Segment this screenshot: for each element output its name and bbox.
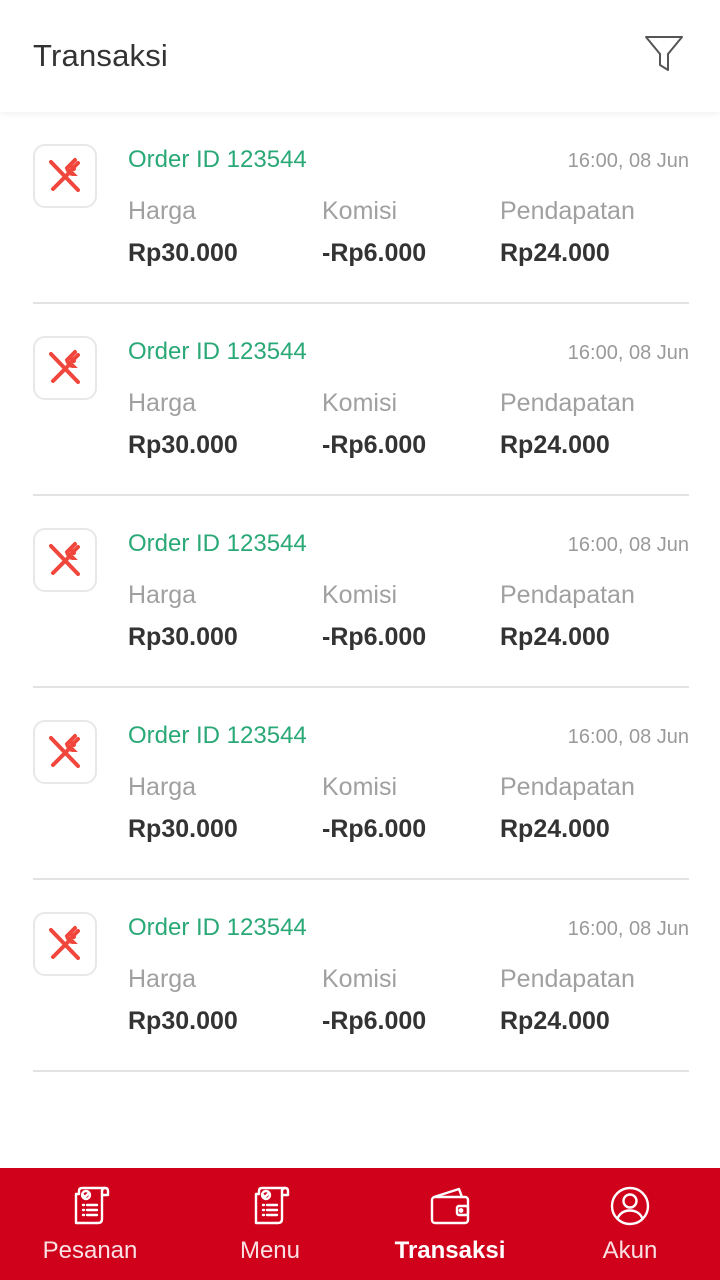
transaction-item[interactable]: Order ID 123544 16:00, 08 Jun Harga Rp30…: [33, 112, 689, 304]
nav-item-akun[interactable]: Akun: [540, 1168, 720, 1280]
pendapatan-column: Pendapatan Rp24.000: [500, 964, 635, 1036]
harga-value: Rp30.000: [128, 1007, 238, 1035]
komisi-column: Komisi -Rp6.000: [322, 388, 426, 460]
order-id: Order ID 123544: [128, 146, 307, 173]
nav-item-pesanan[interactable]: Pesanan: [0, 1168, 180, 1280]
komisi-column: Komisi -Rp6.000: [322, 964, 426, 1036]
filter-button[interactable]: [642, 34, 686, 78]
pendapatan-label: Pendapatan: [500, 197, 635, 225]
transaction-item[interactable]: Order ID 123544 16:00, 08 Jun Harga Rp30…: [33, 880, 689, 1072]
restaurant-icon: [33, 528, 97, 592]
pendapatan-label: Pendapatan: [500, 581, 635, 609]
harga-label: Harga: [128, 389, 197, 417]
bottom-nav: Pesanan Menu Transaksi Akun: [0, 1168, 720, 1280]
order-time: 16:00, 08 Jun: [567, 726, 689, 748]
order-time: 16:00, 08 Jun: [567, 342, 689, 364]
komisi-label: Komisi: [322, 773, 398, 801]
nav-label: Menu: [239, 1237, 301, 1264]
komisi-value: -Rp6.000: [322, 623, 427, 651]
filter-icon: [644, 35, 684, 78]
order-time: 16:00, 08 Jun: [567, 150, 689, 172]
restaurant-icon: [33, 720, 97, 784]
transaction-item[interactable]: Order ID 123544 16:00, 08 Jun Harga Rp30…: [33, 496, 689, 688]
page-title: Transaksi: [33, 38, 169, 73]
pendapatan-value: Rp24.000: [500, 239, 610, 267]
harga-value: Rp30.000: [128, 623, 238, 651]
pendapatan-label: Pendapatan: [500, 389, 635, 417]
harga-label: Harga: [128, 965, 197, 993]
harga-value: Rp30.000: [128, 815, 238, 843]
pendapatan-column: Pendapatan Rp24.000: [500, 580, 635, 652]
transaction-list: Order ID 123544 16:00, 08 Jun Harga Rp30…: [33, 112, 689, 1072]
harga-column: Harga Rp30.000: [128, 580, 238, 652]
harga-label: Harga: [128, 773, 197, 801]
komisi-value: -Rp6.000: [322, 1007, 427, 1035]
app-header: Transaksi: [0, 0, 720, 112]
pendapatan-value: Rp24.000: [500, 1007, 610, 1035]
harga-label: Harga: [128, 197, 197, 225]
nav-label: Akun: [602, 1237, 658, 1264]
order-id: Order ID 123544: [128, 338, 307, 365]
komisi-value: -Rp6.000: [322, 815, 427, 843]
harga-value: Rp30.000: [128, 239, 238, 267]
pendapatan-label: Pendapatan: [500, 965, 635, 993]
harga-label: Harga: [128, 581, 197, 609]
wallet-icon: [428, 1184, 472, 1228]
order-id: Order ID 123544: [128, 530, 307, 557]
restaurant-icon: [33, 336, 97, 400]
komisi-label: Komisi: [322, 965, 398, 993]
harga-column: Harga Rp30.000: [128, 388, 238, 460]
restaurant-icon: [33, 144, 97, 208]
komisi-label: Komisi: [322, 197, 398, 225]
komisi-value: -Rp6.000: [322, 239, 427, 267]
komisi-label: Komisi: [322, 389, 398, 417]
restaurant-icon: [33, 912, 97, 976]
pendapatan-label: Pendapatan: [500, 773, 635, 801]
order-id: Order ID 123544: [128, 914, 307, 941]
order-id: Order ID 123544: [128, 722, 307, 749]
order-time: 16:00, 08 Jun: [567, 534, 689, 556]
order-list-icon: [68, 1184, 112, 1228]
menu-list-icon: [248, 1184, 292, 1228]
pendapatan-value: Rp24.000: [500, 623, 610, 651]
harga-column: Harga Rp30.000: [128, 964, 238, 1036]
transaction-item[interactable]: Order ID 123544 16:00, 08 Jun Harga Rp30…: [33, 688, 689, 880]
komisi-value: -Rp6.000: [322, 431, 427, 459]
komisi-label: Komisi: [322, 581, 398, 609]
nav-item-transaksi[interactable]: Transaksi: [360, 1168, 540, 1280]
pendapatan-column: Pendapatan Rp24.000: [500, 772, 635, 844]
komisi-column: Komisi -Rp6.000: [322, 772, 426, 844]
harga-column: Harga Rp30.000: [128, 772, 238, 844]
nav-label: Pesanan: [42, 1237, 138, 1264]
nav-label: Transaksi: [394, 1237, 506, 1264]
transaction-item[interactable]: Order ID 123544 16:00, 08 Jun Harga Rp30…: [33, 304, 689, 496]
pendapatan-column: Pendapatan Rp24.000: [500, 196, 635, 268]
harga-column: Harga Rp30.000: [128, 196, 238, 268]
pendapatan-value: Rp24.000: [500, 815, 610, 843]
nav-item-menu[interactable]: Menu: [180, 1168, 360, 1280]
pendapatan-column: Pendapatan Rp24.000: [500, 388, 635, 460]
harga-value: Rp30.000: [128, 431, 238, 459]
komisi-column: Komisi -Rp6.000: [322, 196, 426, 268]
account-icon: [608, 1184, 652, 1228]
komisi-column: Komisi -Rp6.000: [322, 580, 426, 652]
order-time: 16:00, 08 Jun: [567, 918, 689, 940]
pendapatan-value: Rp24.000: [500, 431, 610, 459]
